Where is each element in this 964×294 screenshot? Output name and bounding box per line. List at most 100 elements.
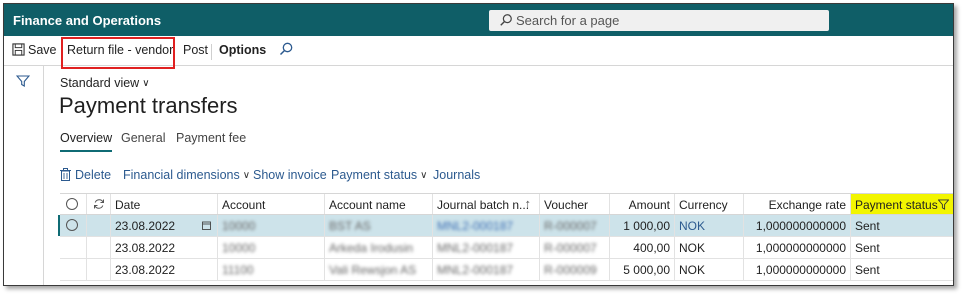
calendar-icon[interactable]	[202, 221, 211, 230]
column-header-currency[interactable]: Currency	[674, 194, 743, 214]
journal-batch-cell[interactable]: MNL2-000187	[432, 259, 539, 280]
page-title: Payment transfers	[59, 93, 238, 118]
account-name-cell[interactable]: BST AS	[324, 215, 432, 236]
financial-dimensions-button[interactable]: Financial dimensions ∨	[123, 168, 250, 182]
search-icon	[500, 14, 512, 26]
journal-batch-value: MNL2-000187	[437, 241, 514, 255]
options-button[interactable]: Options	[219, 43, 266, 57]
delete-button[interactable]: Delete	[60, 168, 111, 182]
amount-cell[interactable]: 5 000,00	[609, 259, 674, 280]
currency-cell[interactable]: NOK	[674, 259, 743, 280]
post-button[interactable]: Post	[183, 43, 208, 57]
view-selector[interactable]: Standard view ∨	[60, 76, 150, 90]
account-cell[interactable]: 11100	[217, 259, 324, 280]
refresh-icon[interactable]	[93, 198, 105, 210]
account-name-cell[interactable]: Vali Rewsjon AS	[324, 259, 432, 280]
payment-status-cell[interactable]: Sent	[850, 259, 953, 280]
exchange-rate-cell[interactable]: 1,000000000000	[743, 215, 850, 236]
app-title[interactable]: Finance and Operations	[13, 13, 161, 28]
show-invoice-button[interactable]: Show invoice	[253, 168, 327, 182]
journals-button[interactable]: Journals	[433, 168, 480, 182]
voucher-cell[interactable]: R-000007	[539, 237, 609, 258]
journal-batch-header-label: Journal batch n...	[437, 198, 530, 212]
row-select-cell[interactable]	[60, 215, 86, 236]
amount-cell[interactable]: 400,00	[609, 237, 674, 258]
select-all-cell[interactable]	[60, 194, 86, 214]
currency-cell[interactable]: NOK	[674, 237, 743, 258]
tab-payment-fee[interactable]: Payment fee	[176, 131, 246, 145]
journal-batch-link[interactable]: MNL2-000187	[437, 219, 513, 233]
row-select-cell[interactable]	[60, 259, 86, 280]
date-cell[interactable]: 23.08.2022	[110, 259, 217, 280]
row-spacer-cell	[86, 215, 110, 236]
chevron-down-icon: ∨	[242, 170, 251, 181]
chevron-down-icon: ∨	[420, 170, 428, 181]
column-header-journal-batch[interactable]: Journal batch n... ↑	[432, 194, 539, 214]
exchange-rate-cell[interactable]: 1,000000000000	[743, 259, 850, 280]
column-filter-icon[interactable]	[938, 199, 949, 210]
action-search-icon[interactable]	[278, 41, 294, 57]
filter-icon[interactable]	[16, 74, 30, 88]
date-value: 23.08.2022	[115, 219, 176, 233]
search-placeholder: Search for a page	[516, 13, 620, 28]
column-header-account-name[interactable]: Account name	[324, 194, 432, 214]
journal-batch-cell[interactable]: MNL2-000187	[432, 237, 539, 258]
payment-status-cell[interactable]: Sent	[850, 215, 953, 236]
financial-dimensions-label: Financial dimensions	[123, 168, 240, 182]
column-header-date[interactable]: Date	[110, 194, 217, 214]
currency-link[interactable]: NOK	[674, 215, 743, 236]
voucher-value: R-000007	[544, 219, 597, 233]
account-name-value: Arkeda Irodusin	[329, 241, 414, 255]
row-select-radio[interactable]	[66, 219, 78, 231]
table-row[interactable]: 23.08.2022 10000 BST AS MNL2-000187 R-00…	[58, 215, 953, 237]
journal-batch-cell[interactable]: MNL2-000187	[432, 215, 539, 236]
column-header-payment-status[interactable]: Payment status	[850, 194, 953, 214]
payment-status-header-label: Payment status	[855, 198, 938, 212]
save-label: Save	[28, 43, 57, 57]
row-spacer-cell	[86, 259, 110, 280]
grid-header-row: Date Account Account name Journal batch …	[60, 193, 953, 215]
action-pane-divider	[211, 44, 212, 60]
refresh-cell[interactable]	[86, 194, 110, 214]
account-cell[interactable]: 10000	[217, 237, 324, 258]
date-cell[interactable]: 23.08.2022	[110, 237, 217, 258]
app-window: Finance and Operations Search for a page…	[3, 3, 954, 286]
journal-batch-value: MNL2-000187	[437, 263, 514, 277]
tab-general[interactable]: General	[121, 131, 165, 145]
column-header-voucher[interactable]: Voucher	[539, 194, 609, 214]
account-value: 10000	[222, 241, 256, 255]
date-cell[interactable]: 23.08.2022	[110, 215, 217, 236]
voucher-value: R-000007	[544, 241, 597, 255]
tab-overview[interactable]: Overview	[60, 131, 113, 152]
select-all-radio[interactable]	[66, 198, 78, 210]
return-file-highlight-box	[61, 37, 175, 69]
column-header-exchange-rate[interactable]: Exchange rate	[743, 194, 850, 214]
payment-status-button[interactable]: Payment status ∨	[331, 168, 427, 182]
filter-pane-column	[4, 66, 44, 285]
exchange-rate-cell[interactable]: 1,000000000000	[743, 237, 850, 258]
top-nav-bar: Finance and Operations Search for a page	[4, 4, 953, 36]
account-cell[interactable]: 10000	[217, 215, 324, 236]
view-label: Standard view	[60, 76, 140, 90]
column-header-amount[interactable]: Amount	[609, 194, 674, 214]
account-value: 10000	[222, 219, 256, 233]
table-row[interactable]: 23.08.2022 10000 Arkeda Irodusin MNL2-00…	[60, 237, 953, 259]
voucher-cell[interactable]: R-000007	[539, 215, 609, 236]
account-name-value: Vali Rewsjon AS	[329, 263, 417, 277]
sort-ascending-icon: ↑	[524, 196, 532, 211]
voucher-value: R-000009	[544, 263, 597, 277]
chevron-down-icon: ∨	[142, 78, 150, 89]
amount-cell[interactable]: 1 000,00	[609, 215, 674, 236]
table-row[interactable]: 23.08.2022 11100 Vali Rewsjon AS MNL2-00…	[60, 259, 953, 281]
payment-status-label: Payment status	[331, 168, 418, 182]
search-input[interactable]: Search for a page	[489, 10, 829, 31]
row-select-cell[interactable]	[60, 237, 86, 258]
payment-status-cell[interactable]: Sent	[850, 237, 953, 258]
save-icon	[12, 43, 25, 56]
account-value: 11100	[222, 263, 254, 277]
save-button[interactable]: Save	[12, 43, 57, 57]
column-header-account[interactable]: Account	[217, 194, 324, 214]
voucher-cell[interactable]: R-000009	[539, 259, 609, 280]
account-name-cell[interactable]: Arkeda Irodusin	[324, 237, 432, 258]
delete-label: Delete	[75, 168, 112, 182]
